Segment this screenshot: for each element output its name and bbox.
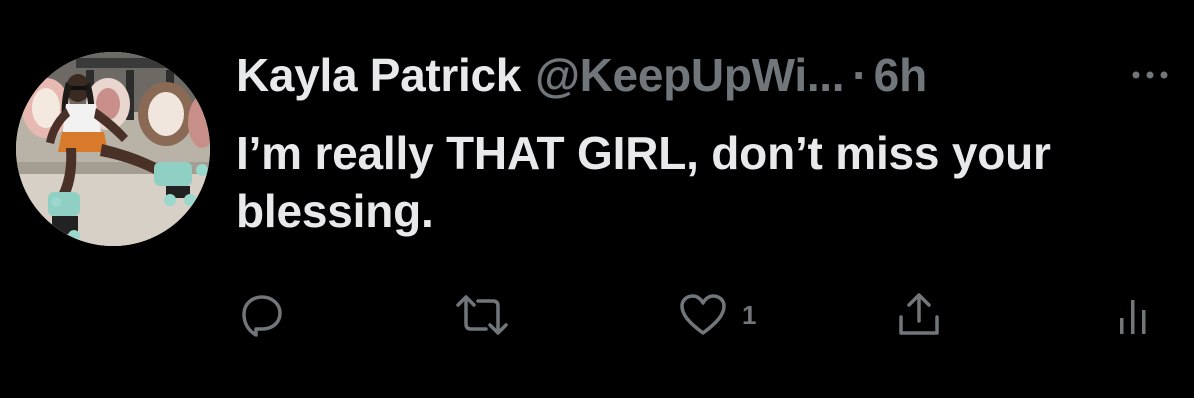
reply-icon [242,295,282,337]
like-count: 1 [742,299,757,330]
analytics-icon [1120,300,1146,334]
retweet-icon [456,295,508,335]
avatar[interactable] [16,52,210,246]
user-handle[interactable]: @KeepUpWi... [535,48,845,102]
share-icon [899,293,939,335]
avatar-image [16,52,210,246]
more-horizontal-icon [1132,71,1168,79]
analytics-button[interactable] [1112,290,1170,340]
separator-dot: · [852,49,868,101]
more-button[interactable] [1128,60,1172,90]
heart-icon [680,294,726,335]
retweet-button[interactable] [452,290,526,340]
tweet-text: I’m really THAT GIRL, don’t miss your bl… [236,127,1051,237]
display-name[interactable]: Kayla Patrick [236,48,521,102]
reply-button[interactable] [236,290,300,340]
tweet[interactable]: Kayla Patrick @KeepUpWi... · 6h I’m real… [0,0,1194,398]
timestamp[interactable]: 6h [874,48,928,102]
tweet-header: Kayla Patrick @KeepUpWi... · 6h [236,48,927,108]
like-button[interactable]: 1 [678,290,756,340]
share-button[interactable] [894,290,958,340]
